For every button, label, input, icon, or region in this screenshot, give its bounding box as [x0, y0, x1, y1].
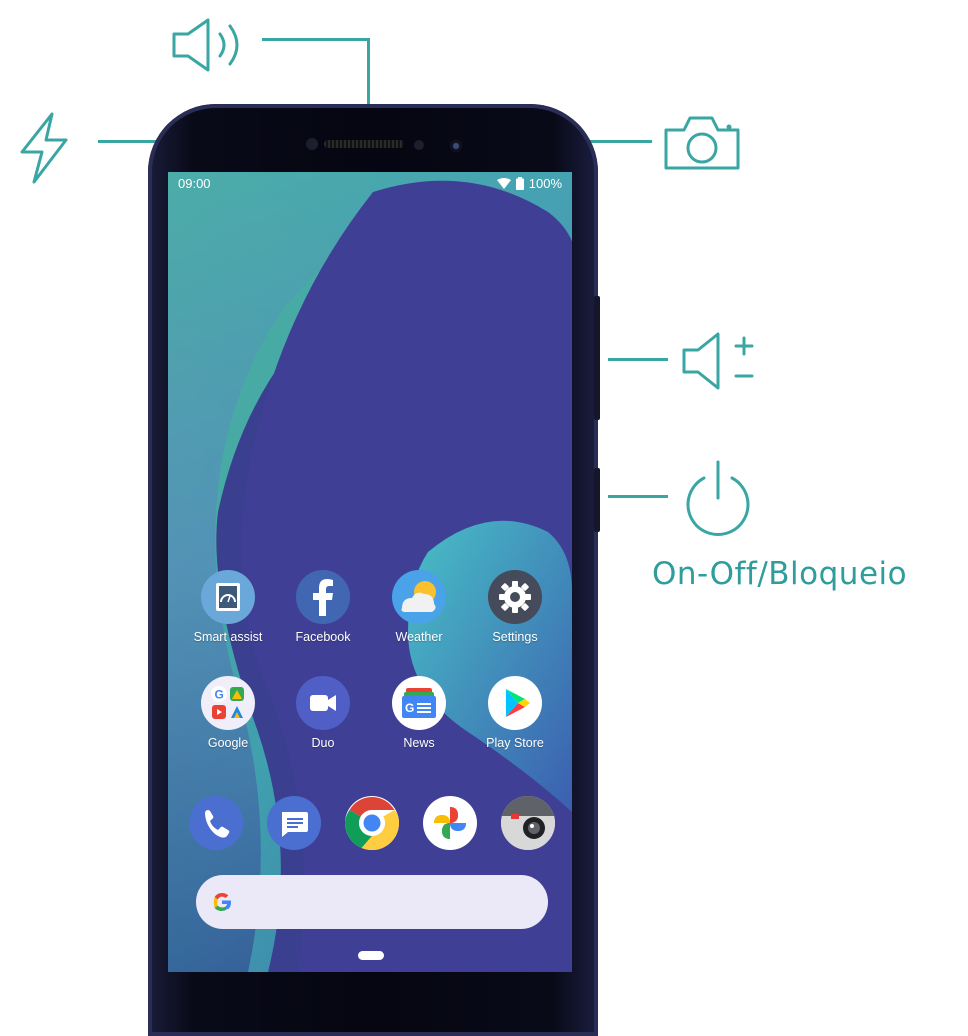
app-play-store[interactable]: Play Store [467, 676, 563, 750]
volume-callout-line [608, 358, 668, 361]
status-bar: 09:00 100% [168, 172, 572, 196]
app-settings[interactable]: Settings [467, 570, 563, 644]
app-label: News [403, 736, 435, 750]
app-label: Duo [311, 736, 335, 750]
google-folder-icon: G [201, 676, 255, 730]
google-g-icon [213, 893, 231, 911]
speaker-callout-line-h [262, 38, 370, 41]
home-button[interactable] [358, 951, 384, 960]
messages-icon [267, 796, 321, 850]
app-news[interactable]: G News [371, 676, 467, 750]
svg-text:G: G [405, 701, 414, 715]
volume-icon [680, 328, 756, 394]
app-facebook[interactable]: Facebook [275, 570, 371, 644]
app-label: Facebook [295, 630, 351, 644]
power-icon [680, 458, 756, 538]
power-button[interactable] [594, 468, 600, 532]
wifi-icon [496, 178, 511, 189]
app-google-folder[interactable]: G Google [180, 676, 276, 750]
flash-icon [16, 110, 72, 186]
volume-button[interactable] [594, 296, 600, 420]
facebook-icon [296, 570, 350, 624]
battery-percent: 100% [528, 176, 562, 191]
settings-icon [488, 570, 542, 624]
camera-icon [662, 112, 742, 172]
earpiece-grille [324, 140, 404, 148]
app-label: Google [207, 736, 249, 750]
front-camera [450, 140, 462, 152]
app-label: Play Store [486, 736, 544, 750]
duo-icon [296, 676, 350, 730]
status-time: 09:00 [178, 176, 211, 191]
speaker-icon [168, 14, 252, 76]
app-label: Settings [492, 630, 538, 644]
power-callout-line [608, 495, 668, 498]
play-store-icon [488, 676, 542, 730]
svg-text:G: G [215, 688, 224, 702]
google-search-bar[interactable] [196, 875, 548, 929]
app-smart-assist[interactable]: Smart assist [180, 570, 276, 644]
light-sensor [414, 140, 424, 150]
app-weather[interactable]: Weather [371, 570, 467, 644]
phone-icon [189, 796, 243, 850]
smart-assist-icon [201, 570, 255, 624]
photos-icon [423, 796, 477, 850]
screen: 09:00 100% Smart assist Facebook Weather… [168, 172, 572, 972]
status-icons: 100% [496, 176, 562, 191]
app-label: Smart assist [193, 630, 263, 644]
chrome-icon [345, 796, 399, 850]
app-duo[interactable]: Duo [275, 676, 371, 750]
power-label: On-Off/Bloqueio [652, 556, 908, 592]
camera-app-icon [501, 796, 555, 850]
weather-icon [392, 570, 446, 624]
app-label: Weather [395, 630, 443, 644]
news-icon: G [392, 676, 446, 730]
proximity-sensor [306, 138, 318, 150]
battery-icon [515, 177, 524, 190]
dock-camera[interactable] [480, 796, 572, 850]
